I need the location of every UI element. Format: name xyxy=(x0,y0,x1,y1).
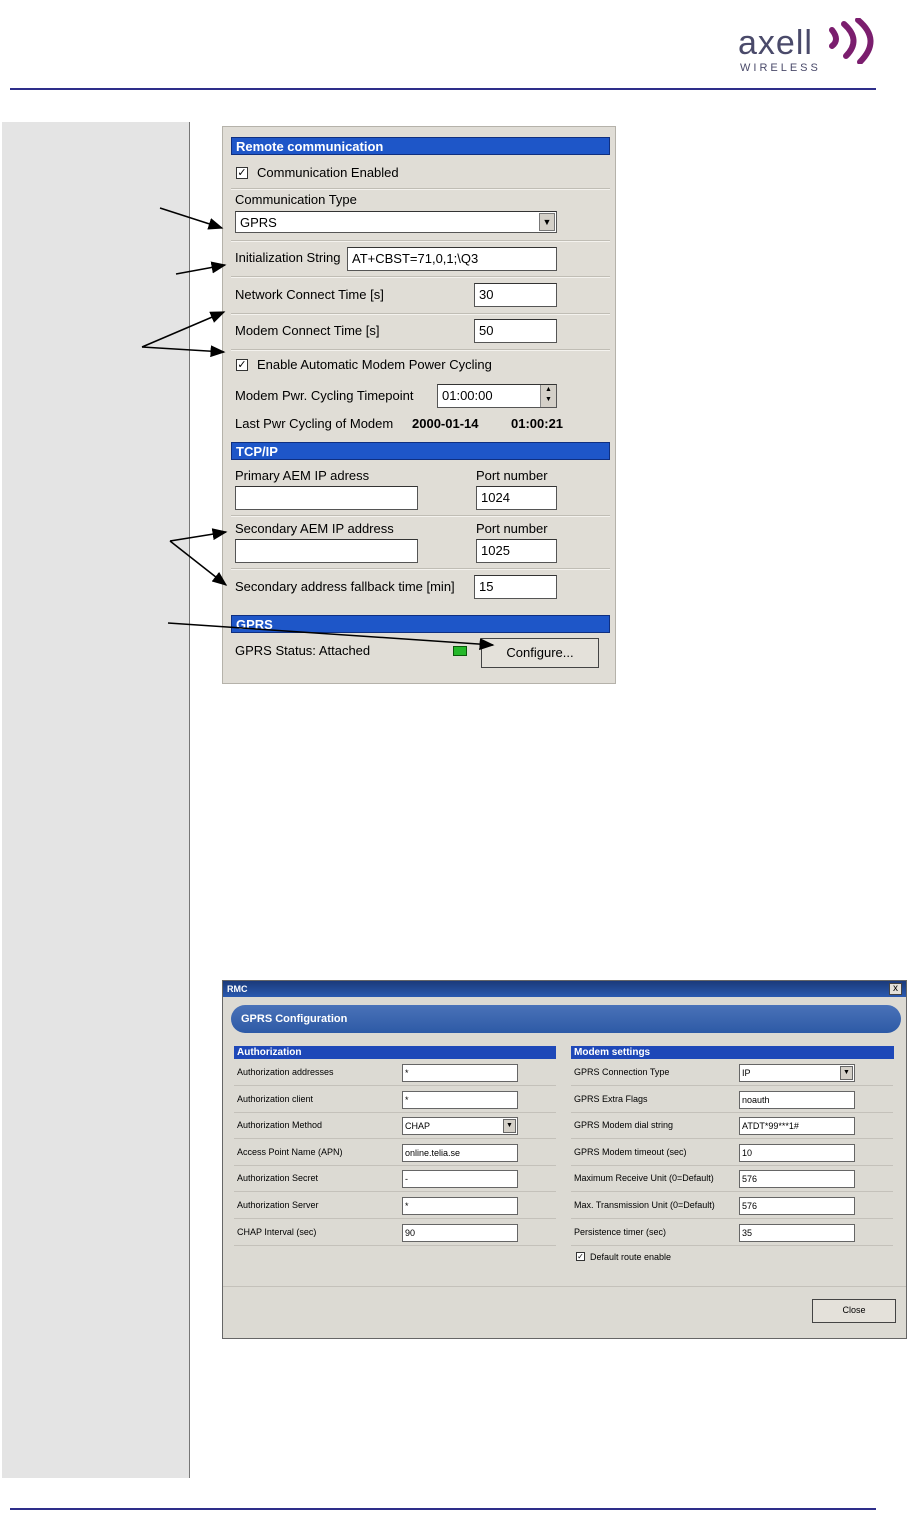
arrow xyxy=(159,207,224,230)
arrow xyxy=(141,311,226,348)
arrow xyxy=(175,261,227,275)
annotation-arrows xyxy=(141,207,495,651)
arrow xyxy=(167,622,495,651)
arrow xyxy=(169,528,228,542)
arrow xyxy=(169,540,228,586)
arrow xyxy=(141,345,226,358)
